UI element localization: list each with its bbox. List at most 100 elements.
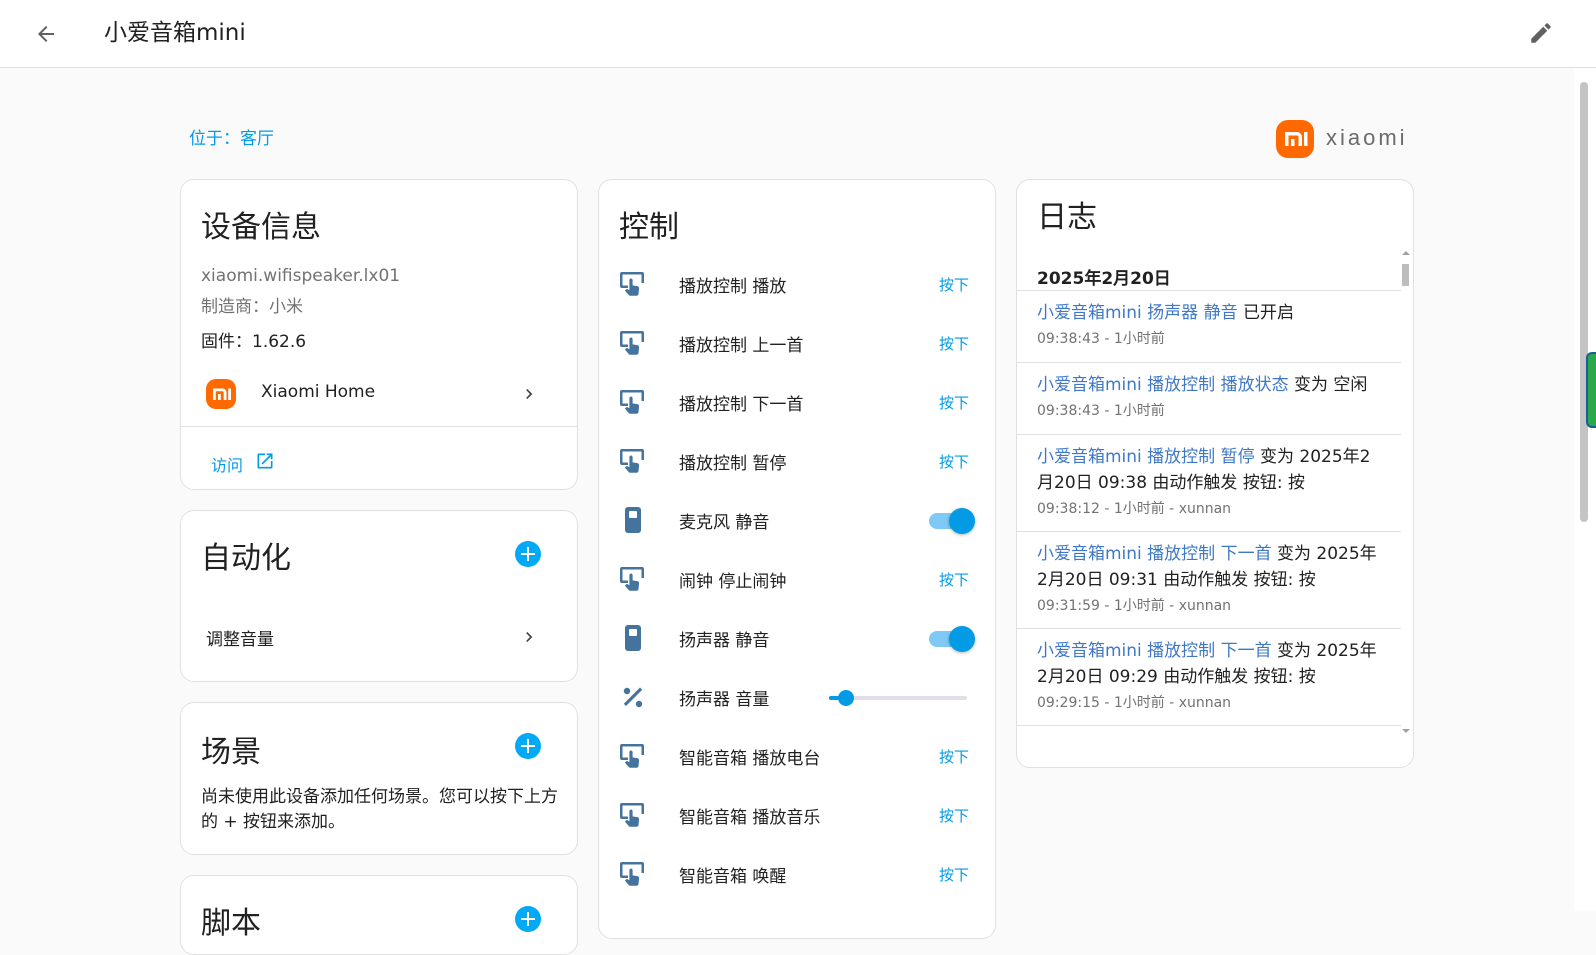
press-button[interactable]: 按下	[939, 864, 969, 885]
page-title: 小爱音箱mini	[104, 20, 246, 46]
logbook-message: 小爱音箱mini 播放控制 下一首 变为 2025年2月20日 09:29 由动…	[1037, 638, 1377, 690]
scenes-empty-text: 尚未使用此设备添加任何场景。您可以按下上方的 + 按钮来添加。	[201, 787, 558, 832]
integration-name: Xiaomi Home	[261, 382, 376, 402]
side-handle[interactable]	[1586, 352, 1596, 428]
press-button[interactable]: 按下	[939, 805, 969, 826]
add-script-icon[interactable]	[515, 906, 541, 932]
volume-slider[interactable]	[829, 689, 967, 707]
add-scene-icon[interactable]	[515, 733, 541, 759]
scripts-card: 脚本	[180, 875, 578, 955]
control-label: 麦克风 静音	[679, 513, 770, 533]
logbook-card: 日志 2025年2月20日 小爱音箱mini 扬声器 静音 已开启 09:38:4…	[1016, 179, 1414, 768]
control-label: 闹钟 停止闹钟	[679, 572, 787, 592]
pencil-edit-icon[interactable]	[1528, 20, 1554, 46]
gesture-tap-button-icon	[619, 741, 647, 771]
scroll-down-arrow-icon[interactable]	[1402, 728, 1410, 734]
automation-card: 自动化 调整音量	[180, 510, 578, 682]
switch-icon	[619, 505, 647, 535]
area-link[interactable]: 位于：客厅	[189, 124, 274, 149]
logbook-list[interactable]: 2025年2月20日 小爱音箱mini 扬声器 静音 已开启 09:38:43 -…	[1017, 252, 1413, 752]
chevron-right-icon	[526, 389, 533, 399]
top-app-bar: 小爱音箱mini	[0, 0, 1596, 68]
device-firmware: 固件：1.62.6	[201, 332, 307, 352]
control-label: 播放控制 播放	[679, 277, 787, 297]
control-label: 智能音箱 播放电台	[679, 749, 821, 769]
press-button[interactable]: 按下	[939, 746, 969, 767]
chevron-right-icon	[526, 632, 533, 642]
gesture-tap-button-icon	[619, 800, 647, 830]
logbook-message: 小爱音箱mini 播放控制 播放状态 变为 空闲	[1037, 372, 1377, 398]
divider	[1017, 628, 1401, 629]
logbook-title: 日志	[1037, 200, 1097, 235]
open-in-new-icon[interactable]	[255, 451, 275, 471]
mi-logo-icon	[206, 379, 236, 409]
press-button[interactable]: 按下	[939, 392, 969, 413]
gesture-tap-button-icon	[619, 387, 647, 417]
control-row[interactable]: 扬声器 音量	[599, 667, 995, 727]
toggle-knob	[949, 508, 975, 534]
control-row[interactable]: 播放控制 上一首 按下	[599, 313, 995, 373]
control-row[interactable]: 智能音箱 播放电台 按下	[599, 726, 995, 786]
page-scrollbar-thumb[interactable]	[1580, 82, 1588, 522]
divider	[1017, 531, 1401, 532]
automation-item[interactable]: 调整音量	[181, 611, 577, 663]
logbook-entity-link[interactable]: 小爱音箱mini 播放控制 播放状态	[1037, 375, 1289, 395]
gesture-tap-button-icon	[619, 859, 647, 889]
divider	[1017, 725, 1401, 726]
back-arrow-icon[interactable]	[34, 22, 58, 46]
logbook-scrollbar-thumb[interactable]	[1402, 264, 1409, 286]
gesture-tap-button-icon	[619, 328, 647, 358]
divider	[1017, 362, 1401, 363]
device-manufacturer: 制造商：小米	[201, 297, 303, 317]
control-row[interactable]: 播放控制 播放 按下	[599, 254, 995, 314]
gesture-tap-button-icon	[619, 564, 647, 594]
scenes-title: 场景	[201, 735, 261, 770]
logbook-entry: 小爱音箱mini 播放控制 播放状态 变为 空闲 09:38:43 - 1小时前	[1037, 372, 1377, 422]
press-button[interactable]: 按下	[939, 569, 969, 590]
control-row[interactable]: 麦克风 静音	[599, 490, 995, 550]
logbook-scrollbar[interactable]	[1399, 250, 1413, 746]
logbook-entry: 小爱音箱mini 扬声器 静音 已开启 09:38:43 - 1小时前	[1037, 300, 1377, 350]
control-label: 播放控制 上一首	[679, 336, 804, 356]
logbook-entity-link[interactable]: 小爱音箱mini 播放控制 暂停	[1037, 447, 1255, 467]
control-row[interactable]: 播放控制 下一首 按下	[599, 372, 995, 432]
logbook-message: 小爱音箱mini 播放控制 暂停 变为 2025年2月20日 09:38 由动作…	[1037, 444, 1377, 496]
divider	[1017, 434, 1401, 435]
control-row[interactable]: 智能音箱 唤醒 按下	[599, 844, 995, 904]
control-row[interactable]: 闹钟 停止闹钟 按下	[599, 549, 995, 609]
logbook-entity-link[interactable]: 小爱音箱mini 播放控制 下一首	[1037, 641, 1272, 661]
logbook-entity-link[interactable]: 小爱音箱mini 播放控制 下一首	[1037, 544, 1272, 564]
gesture-tap-button-icon	[619, 269, 647, 299]
logbook-state-text: 已开启	[1237, 303, 1294, 323]
device-model: xiaomi.wifispeaker.lx01	[201, 266, 401, 286]
toggle-switch[interactable]	[929, 626, 975, 652]
visit-link[interactable]: 访问	[211, 452, 243, 476]
automation-item-label: 调整音量	[206, 630, 274, 650]
control-label: 智能音箱 唤醒	[679, 867, 787, 887]
divider	[181, 426, 577, 427]
logbook-timestamp: 09:38:43 - 1小时前	[1037, 403, 1165, 419]
page-scrollbar[interactable]	[1574, 68, 1596, 911]
control-label: 播放控制 暂停	[679, 454, 787, 474]
control-row[interactable]: 智能音箱 播放音乐 按下	[599, 785, 995, 845]
control-row[interactable]: 扬声器 静音	[599, 608, 995, 668]
logbook-timestamp: 09:38:12 - 1小时前 - xunnan	[1037, 501, 1232, 517]
logbook-message: 小爱音箱mini 播放控制 下一首 变为 2025年2月20日 09:31 由动…	[1037, 541, 1377, 593]
brand-name: xiaomi	[1326, 125, 1408, 150]
logbook-entity-link[interactable]: 小爱音箱mini 扬声器 静音	[1037, 303, 1238, 323]
press-button[interactable]: 按下	[939, 333, 969, 354]
slider-handle[interactable]	[837, 690, 854, 706]
integration-row[interactable]: Xiaomi Home	[181, 368, 577, 420]
logbook-state-text: 变为 空闲	[1288, 375, 1368, 395]
control-label: 智能音箱 播放音乐	[679, 808, 821, 828]
device-info-title: 设备信息	[201, 210, 321, 245]
press-button[interactable]: 按下	[939, 451, 969, 472]
scroll-up-arrow-icon[interactable]	[1402, 250, 1410, 256]
controls-card: 控制 播放控制 播放 按下 播放控制 上一首 按下 播放控制 下一首 按下 播放控制 暂停按…	[598, 179, 996, 939]
logbook-entry: 小爱音箱mini 播放控制 暂停 变为 2025年2月20日 09:38 由动作…	[1037, 444, 1377, 520]
add-automation-icon[interactable]	[515, 541, 541, 567]
press-button[interactable]: 按下	[939, 274, 969, 295]
control-row[interactable]: 播放控制 暂停 按下	[599, 431, 995, 491]
logbook-entry: 小爱音箱mini 播放控制 下一首 变为 2025年2月20日 09:31 由动…	[1037, 541, 1377, 617]
toggle-switch[interactable]	[929, 508, 975, 534]
